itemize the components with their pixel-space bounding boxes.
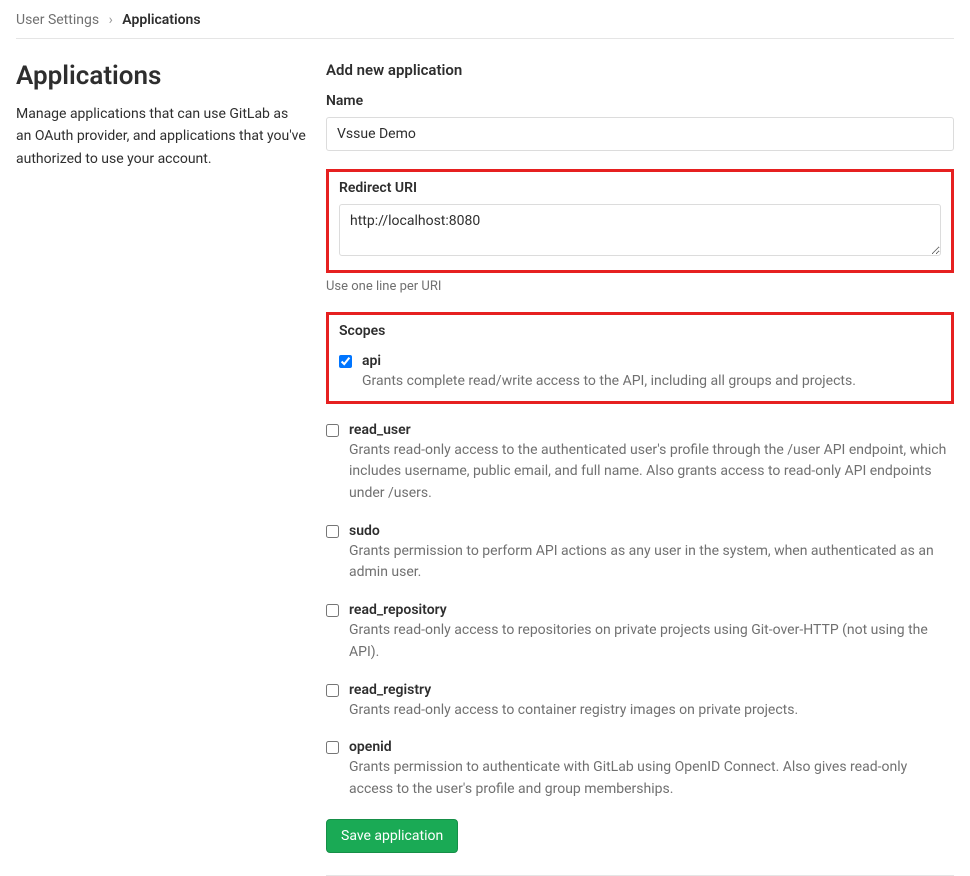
- scope-desc-sudo: Grants permission to perform API actions…: [349, 541, 954, 584]
- breadcrumb-parent[interactable]: User Settings: [16, 12, 99, 28]
- scope-checkbox-read-registry[interactable]: [326, 684, 339, 697]
- page-title: Applications: [16, 61, 306, 91]
- redirect-uri-highlight: Redirect URI http://localhost:8080: [326, 169, 954, 273]
- scope-name-read-user: read_user: [349, 422, 954, 438]
- scope-checkbox-api[interactable]: [339, 355, 352, 368]
- scope-desc-read-registry: Grants read-only access to container reg…: [349, 700, 954, 722]
- scope-item-read-registry: read_registry Grants read-only access to…: [326, 682, 954, 722]
- redirect-uri-help: Use one line per URI: [326, 279, 954, 294]
- form-section-title: Add new application: [326, 61, 954, 79]
- scope-name-read-registry: read_registry: [349, 682, 954, 698]
- name-label: Name: [326, 93, 954, 109]
- scope-name-read-repository: read_repository: [349, 602, 954, 618]
- scopes-highlight: Scopes api Grants complete read/write ac…: [326, 312, 954, 404]
- page-description: Manage applications that can use GitLab …: [16, 103, 306, 170]
- scope-desc-openid: Grants permission to authenticate with G…: [349, 757, 954, 800]
- scope-item-sudo: sudo Grants permission to perform API ac…: [326, 523, 954, 584]
- scope-item-read-repository: read_repository Grants read-only access …: [326, 602, 954, 663]
- breadcrumb-current: Applications: [122, 12, 200, 28]
- scope-desc-read-repository: Grants read-only access to repositories …: [349, 620, 954, 663]
- scope-checkbox-sudo[interactable]: [326, 525, 339, 538]
- scope-checkbox-read-user[interactable]: [326, 424, 339, 437]
- scope-desc-read-user: Grants read-only access to the authentic…: [349, 440, 954, 505]
- scope-name-sudo: sudo: [349, 523, 954, 539]
- application-form: Add new application Name Redirect URI ht…: [326, 61, 954, 876]
- scope-checkbox-read-repository[interactable]: [326, 604, 339, 617]
- chevron-right-icon: ›: [109, 12, 113, 28]
- scopes-label: Scopes: [339, 323, 941, 339]
- divider: [326, 875, 954, 876]
- scope-item-openid: openid Grants permission to authenticate…: [326, 739, 954, 800]
- scope-item-api: api Grants complete read/write access to…: [339, 353, 941, 393]
- breadcrumb: User Settings › Applications: [16, 0, 954, 39]
- redirect-uri-input[interactable]: http://localhost:8080: [339, 204, 941, 256]
- name-input[interactable]: [326, 117, 954, 151]
- scope-item-read-user: read_user Grants read-only access to the…: [326, 422, 954, 505]
- redirect-uri-label: Redirect URI: [339, 180, 941, 196]
- save-application-button[interactable]: Save application: [326, 819, 458, 853]
- scope-checkbox-openid[interactable]: [326, 741, 339, 754]
- left-description-column: Applications Manage applications that ca…: [16, 61, 326, 876]
- scope-name-api: api: [362, 353, 941, 369]
- name-field-group: Name: [326, 93, 954, 151]
- scope-desc-api: Grants complete read/write access to the…: [362, 371, 941, 393]
- scope-name-openid: openid: [349, 739, 954, 755]
